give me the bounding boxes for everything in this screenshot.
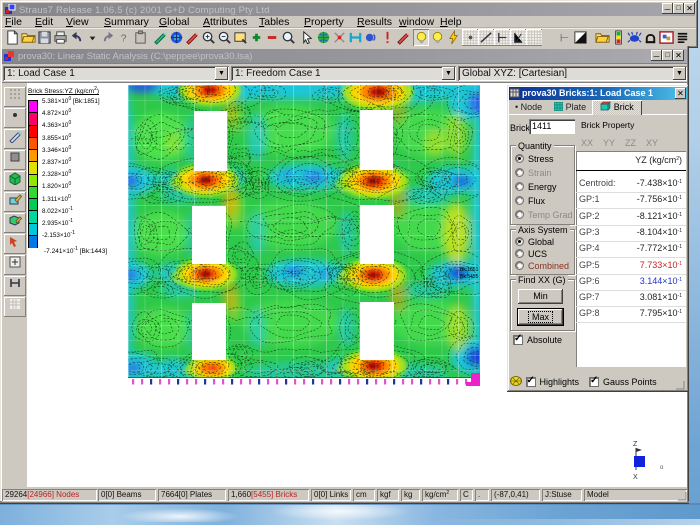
svg-text:X: X (633, 474, 638, 480)
svg-text:?: ? (120, 33, 126, 44)
svg-text:→Bk:5455: →Bk:5455 (455, 274, 479, 280)
svg-text:o: o (660, 465, 664, 471)
svg-text:Z: Z (633, 441, 638, 448)
svg-text:⊢: ⊢ (559, 33, 568, 44)
svg-text:→Bk:1851: →Bk:1851 (455, 267, 479, 273)
